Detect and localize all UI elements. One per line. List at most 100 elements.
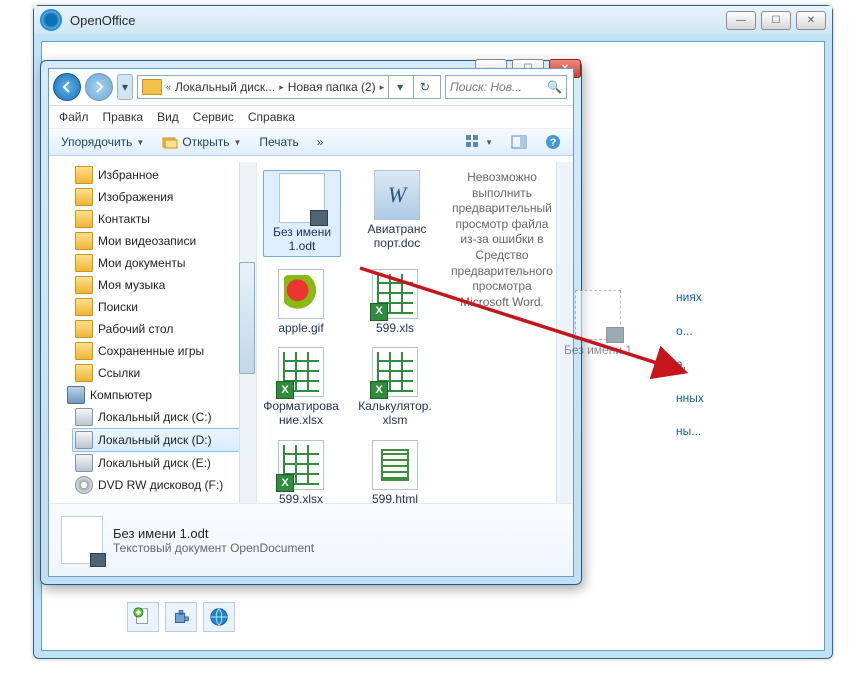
file-thumbnail bbox=[279, 173, 325, 223]
tree-item[interactable]: Мои документы bbox=[75, 252, 256, 274]
folder-icon bbox=[75, 298, 93, 316]
history-dropdown-button[interactable]: ▾ bbox=[117, 74, 133, 100]
menu-file[interactable]: Файл bbox=[59, 110, 89, 124]
more-button[interactable]: » bbox=[313, 133, 328, 151]
folder-icon bbox=[75, 210, 93, 228]
file-item[interactable]: Авиатранс порт.doc bbox=[359, 170, 435, 257]
preview-pane: Невозможно выполнить предварительный про… bbox=[451, 170, 553, 310]
oo-new-template-button[interactable] bbox=[127, 602, 159, 632]
oo-globe-button[interactable] bbox=[203, 602, 235, 632]
tree-item[interactable]: Локальный диск (D:) bbox=[72, 428, 256, 452]
tree-item[interactable]: Моя музыка bbox=[75, 274, 256, 296]
file-item[interactable]: Без имени 1.odt bbox=[263, 170, 341, 257]
file-name: Форматирование.xlsx bbox=[263, 400, 339, 428]
tree-item-label: Ссылки bbox=[98, 366, 140, 380]
tree-item-label: Избранное bbox=[98, 168, 159, 182]
breadcrumb-seg[interactable]: Локальный диск... bbox=[175, 80, 275, 94]
file-item[interactable]: 599.xlsx bbox=[263, 440, 339, 506]
address-field[interactable]: « Локальный диск... ▸ Новая папка (2) ▸ … bbox=[137, 75, 441, 99]
tree-item-label: Моя музыка bbox=[98, 278, 165, 292]
disk-icon bbox=[75, 408, 93, 426]
file-name: 599.xls bbox=[376, 322, 414, 336]
address-dropdown-button[interactable]: ▾ bbox=[388, 76, 411, 98]
tree-item[interactable]: Избранное bbox=[75, 164, 256, 186]
details-thumbnail bbox=[61, 516, 103, 564]
tree-item[interactable]: Сохраненные игры bbox=[75, 340, 256, 362]
folder-icon bbox=[75, 342, 93, 360]
menu-view[interactable]: Вид bbox=[157, 110, 179, 124]
tree-item[interactable]: Поиски bbox=[75, 296, 256, 318]
search-icon: 🔍 bbox=[547, 80, 562, 94]
print-button[interactable]: Печать bbox=[255, 133, 302, 151]
file-thumbnail bbox=[372, 440, 418, 490]
file-thumbnail bbox=[374, 170, 420, 220]
oo-side-item[interactable]: a, bbox=[676, 357, 796, 373]
menu-help[interactable]: Справка bbox=[248, 110, 295, 124]
tree-scroll-thumb[interactable] bbox=[239, 262, 255, 374]
file-item[interactable]: 599.xls bbox=[357, 269, 433, 336]
open-button[interactable]: Открыть▼ bbox=[158, 132, 245, 152]
view-mode-button[interactable]: ▼ bbox=[461, 132, 497, 152]
tree-item-label: Сохраненные игры bbox=[98, 344, 204, 358]
preview-pane-button[interactable] bbox=[507, 132, 531, 152]
oo-side-item[interactable]: о... bbox=[676, 324, 796, 340]
tree-item-label: Локальный диск (C:) bbox=[98, 410, 212, 424]
menu-edit[interactable]: Правка bbox=[103, 110, 144, 124]
files-pane[interactable]: Без имени 1.odtАвиатранс порт.doc apple.g… bbox=[257, 162, 573, 506]
close-button[interactable]: ✕ bbox=[796, 11, 826, 30]
tree-item[interactable]: Мои видеозаписи bbox=[75, 230, 256, 252]
tree-item-label: Изображения bbox=[98, 190, 173, 204]
openoffice-icon bbox=[40, 9, 62, 31]
tree-item[interactable]: Изображения bbox=[75, 186, 256, 208]
tree-scrollbar[interactable] bbox=[239, 162, 256, 506]
back-button[interactable] bbox=[53, 73, 81, 101]
search-input[interactable]: Поиск: Нов... 🔍 bbox=[445, 75, 567, 99]
file-thumbnail bbox=[372, 347, 418, 397]
file-thumbnail bbox=[278, 347, 324, 397]
ghost-thumb bbox=[575, 290, 621, 340]
disk-icon bbox=[75, 431, 93, 449]
file-thumbnail bbox=[278, 269, 324, 319]
details-pane: Без имени 1.odt Текстовый документ OpenD… bbox=[49, 503, 573, 576]
tree-item-label: Мои документы bbox=[98, 256, 185, 270]
tree-item[interactable]: Рабочий стол bbox=[75, 318, 256, 340]
file-item[interactable]: apple.gif bbox=[263, 269, 339, 336]
address-bar: ▾ « Локальный диск... ▸ Новая папка (2) … bbox=[49, 69, 573, 106]
organize-button[interactable]: Упорядочить▼ bbox=[57, 133, 148, 151]
folder-icon bbox=[75, 254, 93, 272]
tree-item[interactable]: Контакты bbox=[75, 208, 256, 230]
tree-item-label: Компьютер bbox=[90, 388, 152, 402]
menu-bar: Файл Правка Вид Сервис Справка bbox=[49, 106, 573, 129]
open-icon bbox=[162, 134, 178, 150]
folder-icon bbox=[142, 79, 162, 95]
refresh-button[interactable]: ↻ bbox=[413, 76, 436, 98]
oo-side-item[interactable]: ниях bbox=[676, 290, 796, 306]
tree-item[interactable]: Ссылки bbox=[75, 362, 256, 384]
toolbar: Упорядочить▼ Открыть▼ Печать » ▼ ? bbox=[49, 129, 573, 156]
file-name: apple.gif bbox=[278, 322, 323, 336]
maximize-button[interactable]: ☐ bbox=[761, 11, 791, 30]
file-thumbnail bbox=[372, 269, 418, 319]
openoffice-titlebar[interactable]: OpenOffice — ☐ ✕ bbox=[34, 6, 832, 34]
help-button[interactable]: ? bbox=[541, 132, 565, 152]
file-item[interactable]: 599.html bbox=[357, 440, 433, 506]
minimize-button[interactable]: — bbox=[726, 11, 756, 30]
tree-item[interactable]: Локальный диск (C:) bbox=[75, 406, 256, 428]
oo-extensions-button[interactable] bbox=[165, 602, 197, 632]
tree-item[interactable]: DVD RW дисковод (F:) bbox=[75, 474, 256, 496]
tree-item-label: Рабочий стол bbox=[98, 322, 173, 336]
file-item[interactable]: Калькулятор.xlsm bbox=[357, 347, 433, 428]
tree-item[interactable]: Компьютер bbox=[67, 384, 256, 406]
file-item[interactable]: Форматирование.xlsx bbox=[263, 347, 339, 428]
openoffice-title: OpenOffice bbox=[70, 13, 726, 28]
disk-icon bbox=[75, 454, 93, 472]
oo-side-item[interactable]: ны... bbox=[676, 424, 796, 440]
menu-service[interactable]: Сервис bbox=[193, 110, 234, 124]
ghost-label: Без имени 1 bbox=[564, 343, 632, 357]
breadcrumb-seg[interactable]: Новая папка (2) bbox=[288, 80, 376, 94]
file-thumbnail bbox=[278, 440, 324, 490]
tree-item-label: Мои видеозаписи bbox=[98, 234, 196, 248]
forward-button[interactable] bbox=[85, 73, 113, 101]
tree-item[interactable]: Локальный диск (E:) bbox=[75, 452, 256, 474]
oo-side-item[interactable]: нных bbox=[676, 391, 796, 407]
